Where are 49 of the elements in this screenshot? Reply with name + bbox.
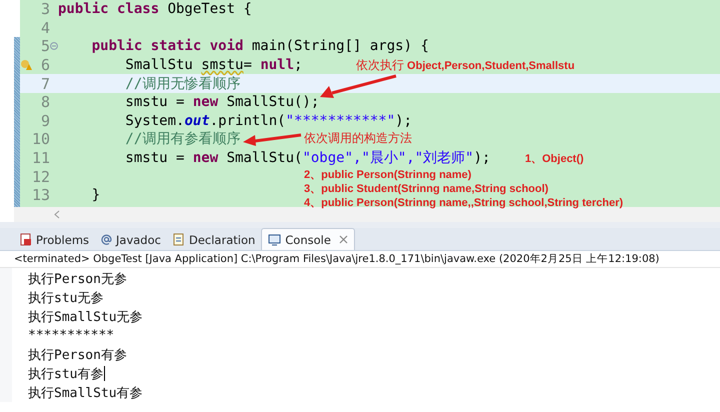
line-number: 10 <box>30 130 51 148</box>
line-number: 5 <box>20 37 58 56</box>
view-tab[interactable]: Console <box>261 228 355 250</box>
error-list-icon <box>20 233 32 246</box>
console-status: <terminated> ObgeTest [Java Application] C:\Program Files\Java\jre1.8.0_171\bin\javaw.exe (2020年2月25日 上午12:19:08) <box>0 251 720 268</box>
document-icon <box>172 233 185 246</box>
console-output-line: 执行Person无参 <box>28 270 127 288</box>
view-tab[interactable]: Javadoc <box>95 229 167 250</box>
monitor-icon <box>268 234 282 246</box>
line-number: 13 <box>30 186 51 204</box>
code-line: public class ObgeTest { <box>58 1 252 18</box>
line-number: 6 <box>20 56 58 74</box>
code-line: //调用无惨看顺序 <box>124 74 240 93</box>
console-output-line: 执行stu无参 <box>28 290 104 306</box>
line-number: 9 <box>40 112 51 130</box>
console-output-line: 执行SmallStu无参 <box>28 308 143 326</box>
code-line: } <box>90 187 100 204</box>
line-number: 3 <box>40 0 51 18</box>
code-line: smstu = new SmallStu("obge","晨小","刘老师"); <box>124 149 490 168</box>
view-tab[interactable]: Declaration <box>166 229 262 250</box>
line-number: 11 <box>30 149 51 168</box>
console-output-line: 执行SmallStu有参 <box>28 384 143 402</box>
fold-icon[interactable] <box>50 42 58 50</box>
close-icon[interactable] <box>338 235 348 244</box>
code-line: public static void main(String[] args) { <box>90 38 429 54</box>
view-tab[interactable]: Problems <box>14 229 96 250</box>
annotation-text: 依次执行 Object,Person,Student,Smallstu <box>356 57 575 74</box>
scroll-left-icon[interactable] <box>54 210 60 219</box>
annotation-title: 依次调用的构造方法 <box>304 130 412 147</box>
horizontal-scrollbar[interactable] <box>14 207 720 222</box>
annotation-text: 4、public Person(Strinng name,,String school,String tercher) <box>304 196 624 210</box>
code-line: System.out.println("***********"); <box>124 112 412 129</box>
arrow <box>241 133 303 147</box>
warning-icon <box>20 59 32 72</box>
console-output-line: *********** <box>28 328 114 343</box>
code-line: smstu = new SmallStu(); <box>124 94 320 110</box>
annotation-text: 1、Object() <box>525 152 584 166</box>
line-number: 7 <box>40 74 51 93</box>
at-sign-icon <box>101 234 112 245</box>
code-line: //调用有参看顺序 <box>124 130 240 148</box>
console-output-line: 执行Person有参 <box>28 346 127 364</box>
line-number: 8 <box>40 93 51 112</box>
annotation-text: 3、public Student(Strinng name,String school) <box>304 182 548 196</box>
text-cursor <box>104 366 106 381</box>
annotation-text: 2、public Person(Strinng name) <box>304 168 472 182</box>
console-output-line: 执行stu有参 <box>28 366 104 382</box>
line-number: 4 <box>40 18 51 37</box>
code-line: SmallStu smstu= null; <box>124 57 302 74</box>
line-number: 12 <box>30 168 51 186</box>
